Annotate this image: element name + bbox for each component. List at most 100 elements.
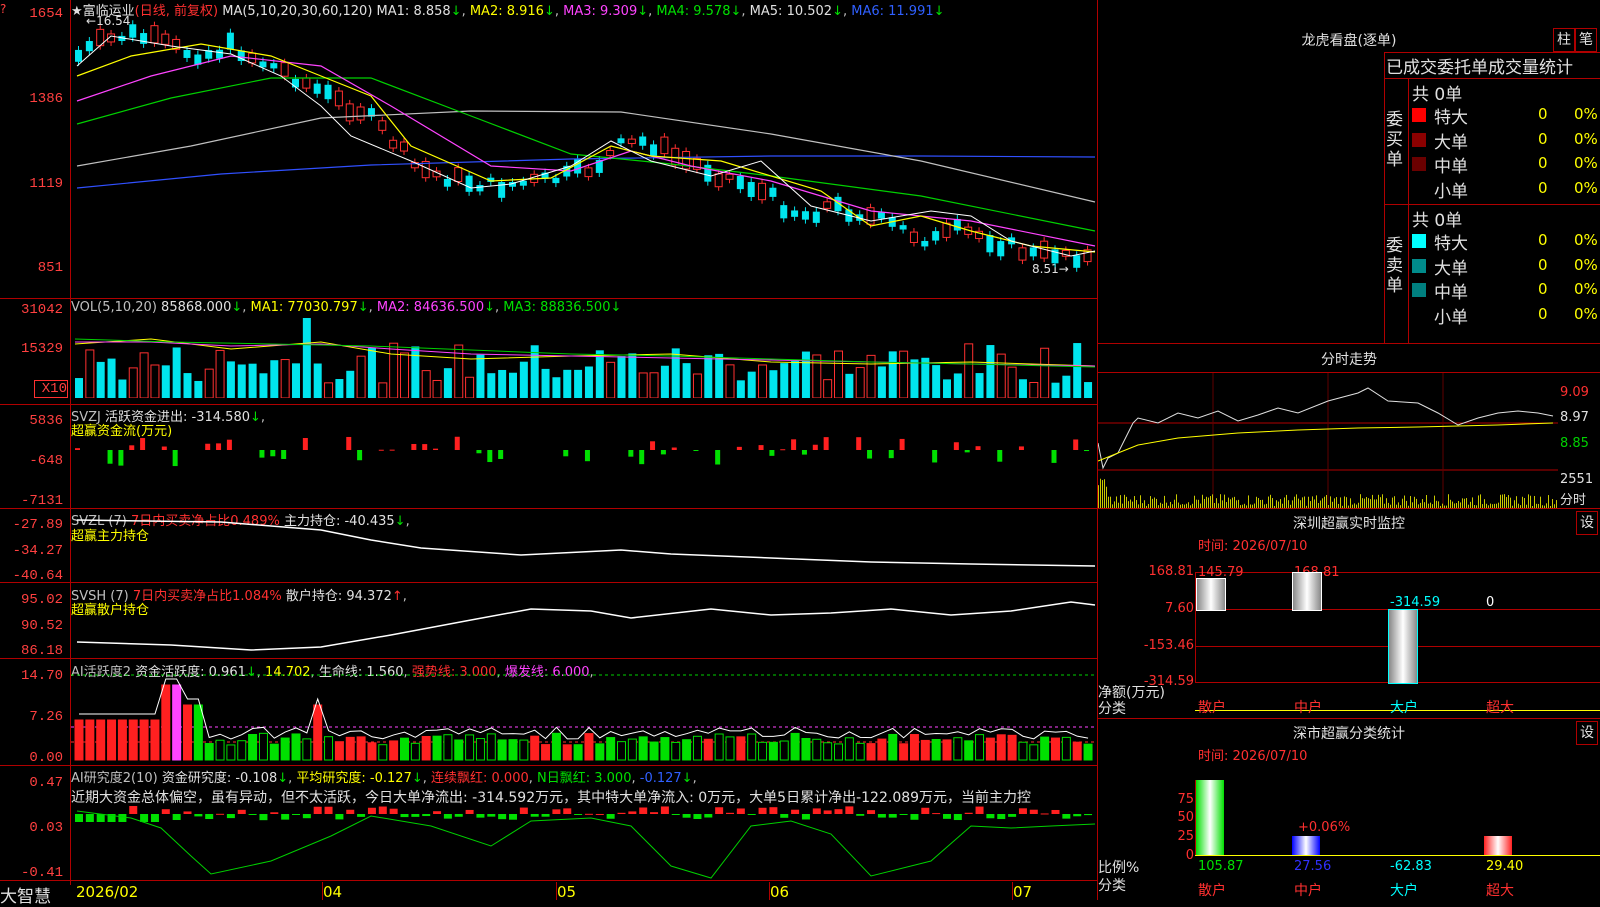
svzj-chart[interactable] bbox=[71, 430, 1097, 505]
ai-active-bar bbox=[996, 734, 1006, 761]
ai-active-axis-2: 7.26 bbox=[29, 709, 63, 725]
intraday-vol-bar bbox=[1528, 494, 1529, 508]
sz-monitor-settings-button[interactable]: 设 bbox=[1576, 511, 1598, 535]
ai-research-chart[interactable] bbox=[71, 806, 1097, 880]
candle bbox=[574, 158, 582, 174]
chart-area[interactable]: 1654 1386 1119 851 ? ★富临运业(日线, 前复权) MA(5… bbox=[0, 0, 1098, 907]
candlestick-chart[interactable] bbox=[71, 16, 1097, 296]
intraday-vol-bar bbox=[1508, 495, 1509, 508]
ai-research-bar bbox=[877, 814, 886, 818]
order-size-label: 中单 bbox=[1434, 157, 1468, 177]
svzj-bar bbox=[107, 450, 113, 464]
intraday-vol-bar bbox=[1530, 495, 1531, 508]
tab-bar[interactable]: 柱 bbox=[1553, 28, 1575, 52]
intraday-vol-bar bbox=[1500, 494, 1501, 508]
ai-active-bar bbox=[324, 736, 334, 761]
intraday-vol-bar bbox=[1416, 498, 1417, 508]
volume-bar bbox=[1084, 382, 1093, 398]
svzj-bar bbox=[454, 436, 460, 450]
volume-bar bbox=[552, 377, 561, 398]
volume-bar bbox=[953, 373, 962, 398]
ai-active-bar bbox=[237, 740, 247, 761]
ai-active-bar bbox=[139, 719, 149, 761]
intraday-vol-bar bbox=[1378, 494, 1379, 508]
svsh-chart[interactable] bbox=[71, 585, 1097, 657]
volume-bar bbox=[204, 368, 214, 398]
svzj-bar bbox=[888, 450, 894, 459]
sz-monitor-time: 时间: 2026/07/10 bbox=[1198, 539, 1308, 554]
ai-active-bar bbox=[768, 741, 778, 761]
ai-research-bar bbox=[226, 814, 235, 819]
svzj-bar bbox=[1051, 450, 1057, 463]
ai-research-axis-1: 0.47 bbox=[29, 775, 63, 791]
intraday-vol-bar bbox=[1330, 496, 1331, 508]
ai-research-bar bbox=[867, 810, 876, 814]
ai-research-bar bbox=[1051, 809, 1060, 814]
volume-bar bbox=[584, 366, 593, 398]
svzj-bar bbox=[422, 444, 428, 450]
intraday-vol-bar bbox=[1228, 497, 1229, 508]
intraday-vol-bar bbox=[1510, 497, 1511, 508]
ai-research-bar bbox=[205, 814, 214, 820]
order-count: 0 bbox=[1538, 178, 1548, 197]
order-percent: 0% bbox=[1574, 280, 1598, 298]
volume-chart[interactable] bbox=[71, 314, 1097, 398]
svzj-bar bbox=[791, 439, 797, 450]
ai-active-bar bbox=[649, 741, 659, 761]
ai-active-bar bbox=[258, 732, 268, 761]
volume-bar bbox=[85, 349, 95, 398]
volume-bar bbox=[823, 379, 833, 398]
volume-bar bbox=[638, 372, 648, 398]
intraday-vol-bar bbox=[1404, 495, 1405, 508]
ai-research-bar bbox=[259, 814, 268, 821]
ai-research-bar bbox=[443, 814, 452, 819]
ai-research-bar bbox=[498, 814, 507, 820]
svzl-chart[interactable] bbox=[71, 510, 1097, 582]
intraday-vol-bar bbox=[1128, 501, 1129, 508]
sz-class-settings-button[interactable]: 设 bbox=[1576, 721, 1598, 745]
order-size-label: 大单 bbox=[1434, 258, 1468, 279]
ai-research-bar bbox=[650, 812, 659, 814]
intraday-vol-bar bbox=[1372, 494, 1373, 508]
tab-tick[interactable]: 笔 bbox=[1575, 28, 1597, 52]
volume-bar bbox=[649, 372, 659, 398]
ai-active-bar bbox=[280, 737, 290, 761]
expand-marker-icon[interactable]: ? bbox=[0, 2, 6, 16]
intraday-vol-bar bbox=[1224, 494, 1225, 508]
svzj-bar bbox=[281, 450, 287, 460]
candle bbox=[758, 182, 767, 201]
ai-active-bar bbox=[844, 737, 854, 761]
intraday-vol-bar bbox=[1222, 500, 1223, 508]
order-percent: 0% bbox=[1574, 154, 1598, 172]
svzj-bar bbox=[226, 439, 232, 450]
dragon-title: 龙虎看盘(逐单) bbox=[1301, 33, 1397, 49]
intraday-chart[interactable] bbox=[1098, 373, 1558, 508]
intraday-vol-bar bbox=[1394, 496, 1395, 508]
intraday-vol-bar bbox=[1270, 494, 1271, 508]
ai-active-chart[interactable] bbox=[71, 670, 1097, 762]
volume-bar bbox=[563, 369, 572, 398]
candle bbox=[270, 63, 278, 69]
ai-active-bar bbox=[128, 719, 138, 761]
ai-active-bar bbox=[345, 736, 355, 761]
candle bbox=[1018, 247, 1027, 261]
ai-active-bar bbox=[671, 741, 681, 761]
sz-class-value: -62.83 bbox=[1390, 859, 1432, 874]
volume-bar bbox=[1040, 347, 1050, 398]
ai-active-bar bbox=[1018, 741, 1028, 761]
intraday-vol-bar bbox=[1196, 499, 1197, 508]
ai-active-bar bbox=[432, 735, 442, 761]
intraday-vol-bar bbox=[1106, 486, 1107, 508]
candle bbox=[454, 167, 463, 182]
candle bbox=[324, 84, 332, 100]
volume-bar bbox=[280, 359, 290, 398]
ai-active-bar bbox=[834, 743, 843, 761]
order-count: 0 bbox=[1538, 304, 1548, 323]
candle bbox=[584, 167, 593, 178]
buy-total: 共 0单 bbox=[1412, 85, 1463, 105]
ai-research-bar bbox=[541, 814, 550, 817]
intraday-vol-bar bbox=[1458, 500, 1459, 508]
order-percent: 0% bbox=[1574, 304, 1598, 323]
legend-swatch bbox=[1412, 181, 1426, 196]
intraday-p1: 9.09 bbox=[1560, 385, 1589, 400]
